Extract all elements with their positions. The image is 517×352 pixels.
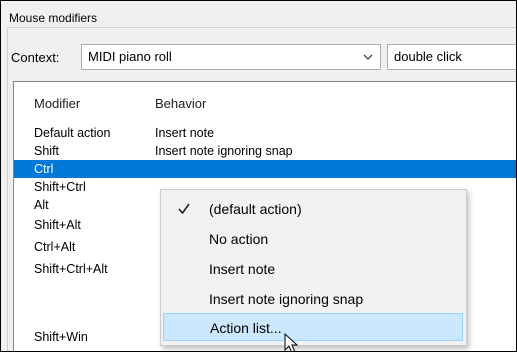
group-title: Mouse modifiers [7, 11, 100, 25]
action-select-value: double click [394, 49, 462, 64]
context-label: Context: [11, 50, 60, 65]
menu-item-no-action[interactable]: No action [163, 225, 463, 253]
row-modifier: Shift+Alt [34, 218, 81, 232]
row-modifier: Shift+Ctrl [34, 180, 86, 194]
row-behavior: Insert note [155, 126, 215, 140]
menu-item-insert-note[interactable]: Insert note [163, 255, 463, 283]
context-select-value: MIDI piano roll [88, 45, 172, 69]
row-modifier: Shift [34, 144, 60, 158]
menu-item-default-action[interactable]: (default action) [163, 195, 463, 223]
list-item[interactable]: Shift Insert note ignoring snap [14, 142, 516, 160]
row-modifier: Shift+Win [34, 330, 88, 344]
row-behavior: Insert note ignoring snap [155, 144, 293, 158]
behavior-context-menu: (default action) No action Insert note I… [160, 189, 467, 346]
list-item-selected[interactable]: Ctrl [14, 160, 516, 178]
menu-item-label: No action [209, 231, 269, 247]
row-modifier: Ctrl [34, 162, 54, 176]
menu-item-label: (default action) [209, 201, 302, 217]
menu-item-action-list[interactable]: Action list... [163, 313, 463, 341]
row-modifier: Ctrl+Alt [34, 240, 76, 254]
chevron-down-icon [362, 45, 374, 77]
row-modifier: Default action [34, 126, 111, 140]
mouse-pointer-icon [284, 332, 304, 351]
context-select[interactable]: MIDI piano roll [81, 44, 381, 70]
mouse-modifiers-dialog: Mouse modifiers Context: MIDI piano roll… [0, 0, 517, 352]
header-behavior[interactable]: Behavior [155, 96, 206, 111]
menu-item-insert-note-ignoring-snap[interactable]: Insert note ignoring snap [163, 285, 463, 313]
header-modifier[interactable]: Modifier [34, 96, 80, 111]
action-select[interactable]: double click [387, 44, 516, 70]
row-modifier: Alt [34, 198, 49, 212]
menu-item-label: Action list... [210, 320, 282, 336]
menu-item-label: Insert note ignoring snap [209, 291, 364, 307]
list-item[interactable]: Default action Insert note [14, 124, 516, 142]
menu-item-label: Insert note [209, 261, 276, 277]
row-modifier: Shift+Ctrl+Alt [34, 262, 108, 276]
